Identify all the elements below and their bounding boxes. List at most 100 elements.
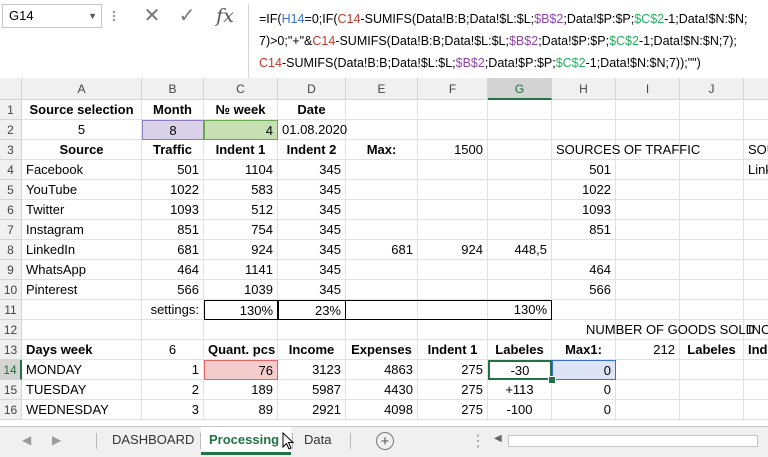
- cell[interactable]: [680, 360, 744, 380]
- cell[interactable]: [680, 120, 744, 140]
- cell-d11[interactable]: 23%: [278, 300, 346, 320]
- cell-f15[interactable]: 275: [418, 380, 488, 400]
- cell-b10[interactable]: 566: [142, 280, 204, 300]
- row-header-8[interactable]: 8: [0, 240, 22, 260]
- cell[interactable]: [680, 280, 744, 300]
- row-header-2[interactable]: 2: [0, 120, 22, 140]
- cell-f13[interactable]: Indent 1: [418, 340, 488, 360]
- column-header-i[interactable]: I: [616, 78, 680, 100]
- cell[interactable]: [346, 220, 418, 240]
- column-header-d[interactable]: D: [278, 78, 346, 100]
- cell[interactable]: [744, 400, 768, 420]
- cell-e13[interactable]: Expenses: [346, 340, 418, 360]
- row-header-13[interactable]: 13: [0, 340, 22, 360]
- cell-a5[interactable]: YouTube: [22, 180, 142, 200]
- cell[interactable]: [22, 300, 142, 320]
- cell-h16[interactable]: 0: [552, 400, 616, 420]
- row-header-4[interactable]: 4: [0, 160, 22, 180]
- cell-h3[interactable]: SOURCES OF TRAFFIC: [552, 140, 705, 160]
- select-all-corner[interactable]: [0, 78, 22, 100]
- cell-c13[interactable]: Quant. pcs: [204, 340, 278, 360]
- row-header-5[interactable]: 5: [0, 180, 22, 200]
- cell-h4[interactable]: 501: [552, 160, 616, 180]
- cell[interactable]: [418, 200, 488, 220]
- cell[interactable]: [418, 320, 488, 340]
- cell[interactable]: [346, 120, 418, 140]
- row-header-6[interactable]: 6: [0, 200, 22, 220]
- cell-a6[interactable]: Twitter: [22, 200, 142, 220]
- cell[interactable]: [616, 200, 680, 220]
- cell-j13[interactable]: Labeles: [680, 340, 744, 360]
- cell-e15[interactable]: 4430: [346, 380, 418, 400]
- cell-a16[interactable]: WEDNESDAY: [22, 400, 142, 420]
- cell[interactable]: [616, 120, 680, 140]
- cell-c8[interactable]: 924: [204, 240, 278, 260]
- cell-c1[interactable]: № week: [204, 100, 278, 120]
- cell-b9[interactable]: 464: [142, 260, 204, 280]
- cell[interactable]: [744, 180, 768, 200]
- cell[interactable]: [616, 220, 680, 240]
- cell[interactable]: [346, 180, 418, 200]
- cell-a14[interactable]: MONDAY: [22, 360, 142, 380]
- cell[interactable]: [22, 320, 142, 340]
- cell[interactable]: [552, 120, 616, 140]
- row-header-3[interactable]: 3: [0, 140, 22, 160]
- cell-h10[interactable]: 566: [552, 280, 616, 300]
- cell-h9[interactable]: 464: [552, 260, 616, 280]
- cell-d8[interactable]: 345: [278, 240, 346, 260]
- cell[interactable]: [680, 400, 744, 420]
- cell-c11[interactable]: 130%: [204, 300, 278, 320]
- column-header-j[interactable]: J: [680, 78, 744, 100]
- cell-j12[interactable]: INC: [744, 320, 768, 340]
- cell[interactable]: [488, 120, 552, 140]
- cell[interactable]: [680, 160, 744, 180]
- cell-a4[interactable]: Facebook: [22, 160, 142, 180]
- cell-f14[interactable]: 275: [418, 360, 488, 380]
- cell-d14[interactable]: 3123: [278, 360, 346, 380]
- cell[interactable]: [680, 380, 744, 400]
- cell[interactable]: [488, 100, 552, 120]
- cell-b2[interactable]: 8: [142, 120, 204, 140]
- cell-d6[interactable]: 345: [278, 200, 346, 220]
- cell-i13[interactable]: 212: [616, 340, 680, 360]
- cell-h5[interactable]: 1022: [552, 180, 616, 200]
- cell-e8[interactable]: 681: [346, 240, 418, 260]
- cell[interactable]: [616, 360, 680, 380]
- cell[interactable]: [418, 260, 488, 280]
- cell[interactable]: [488, 180, 552, 200]
- cell-h12[interactable]: NUMBER OF GOODS SOLD: [582, 320, 760, 340]
- add-sheet-button[interactable]: +: [376, 432, 394, 450]
- chevron-down-icon[interactable]: ▼: [88, 5, 97, 27]
- cell-b11[interactable]: settings:: [142, 300, 204, 320]
- cell[interactable]: [616, 160, 680, 180]
- tab-processing[interactable]: Processing: [201, 427, 291, 455]
- cell-b7[interactable]: 851: [142, 220, 204, 240]
- cell-a3[interactable]: Source: [22, 140, 142, 160]
- cell-b8[interactable]: 681: [142, 240, 204, 260]
- cell[interactable]: [616, 280, 680, 300]
- cell[interactable]: [744, 280, 768, 300]
- cell[interactable]: [552, 100, 616, 120]
- more-options-icon[interactable]: ⋮: [470, 431, 486, 451]
- cell[interactable]: [278, 320, 346, 340]
- cell[interactable]: [418, 120, 488, 140]
- row-header-7[interactable]: 7: [0, 220, 22, 240]
- cell-c2[interactable]: 4: [204, 120, 278, 140]
- cell-a13[interactable]: Days week: [22, 340, 142, 360]
- column-header-f[interactable]: F: [418, 78, 488, 100]
- cell-e14[interactable]: 4863: [346, 360, 418, 380]
- cell-d9[interactable]: 345: [278, 260, 346, 280]
- cell-a9[interactable]: WhatsApp: [22, 260, 142, 280]
- cell-f16[interactable]: 275: [418, 400, 488, 420]
- cell-a15[interactable]: TUESDAY: [22, 380, 142, 400]
- prev-sheet-icon[interactable]: ◀: [22, 433, 31, 447]
- cell-h14[interactable]: 0: [552, 360, 616, 380]
- cell[interactable]: [744, 300, 768, 320]
- row-header-1[interactable]: 1: [0, 100, 22, 120]
- cell[interactable]: [744, 100, 768, 120]
- cell-c15[interactable]: 189: [204, 380, 278, 400]
- cell[interactable]: [346, 260, 418, 280]
- cell[interactable]: [488, 200, 552, 220]
- cell[interactable]: [680, 100, 744, 120]
- cell-b6[interactable]: 1093: [142, 200, 204, 220]
